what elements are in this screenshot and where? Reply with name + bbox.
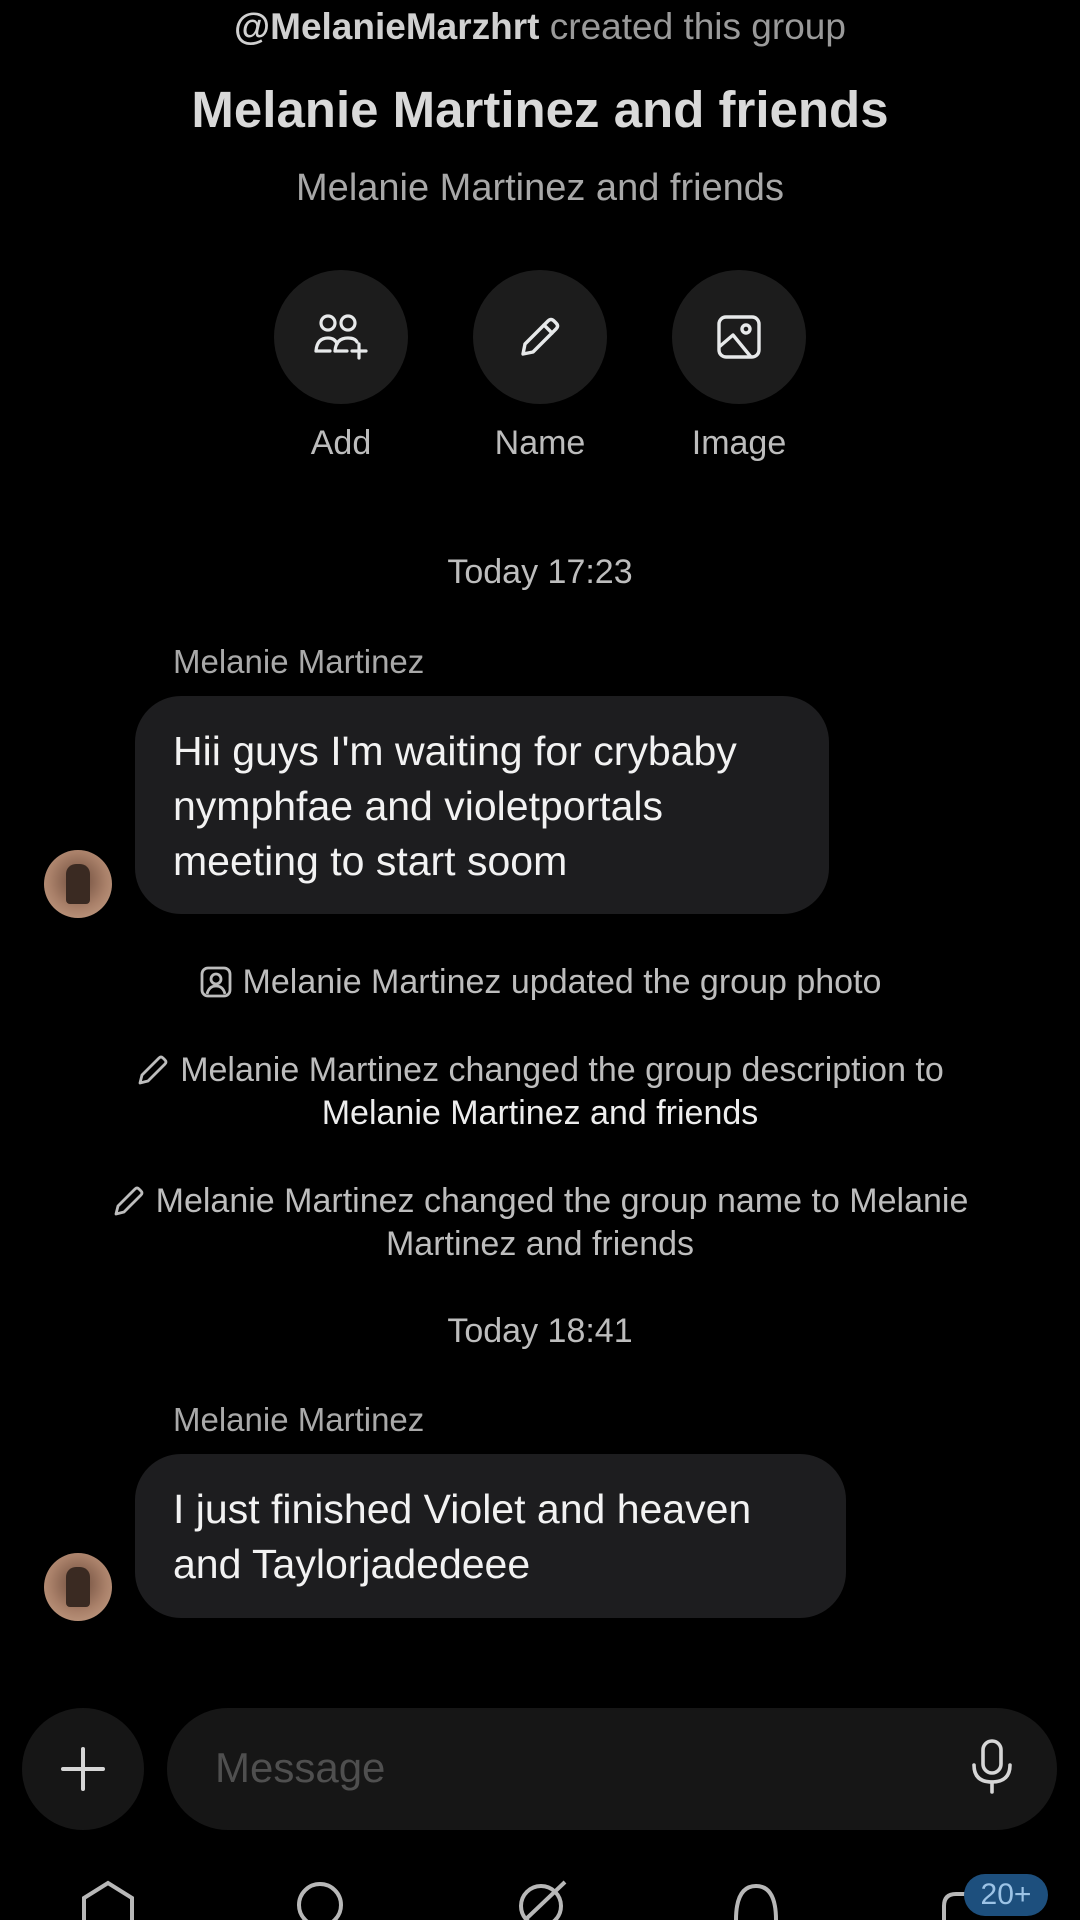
pencil-icon xyxy=(114,1186,144,1216)
home-icon[interactable] xyxy=(80,1880,136,1920)
system-event-name: Melanie Martinez changed the group name … xyxy=(0,1180,1080,1266)
pencil-icon xyxy=(138,1055,168,1085)
search-icon[interactable] xyxy=(295,1880,345,1920)
creator-suffix: created this group xyxy=(539,6,846,47)
system-event-value: Melanie Martinez and friends xyxy=(321,1094,759,1132)
grok-icon[interactable] xyxy=(515,1880,571,1920)
avatar-figure xyxy=(66,864,90,904)
image-icon xyxy=(672,270,806,404)
microphone-icon[interactable] xyxy=(969,1738,1015,1796)
group-created-notice: @MelanieMarzhrt created this group xyxy=(0,6,1080,48)
message-placeholder: Message xyxy=(215,1744,386,1791)
add-people-icon xyxy=(274,270,408,404)
name-label: Name xyxy=(494,424,586,462)
creator-handle[interactable]: @MelanieMarzhrt xyxy=(234,6,539,47)
system-event-photo: Melanie Martinez updated the group photo xyxy=(0,961,1080,1004)
message-bubble[interactable]: I just finished Violet and heaven and Ta… xyxy=(135,1454,846,1618)
system-event-text: Melanie Martinez changed the group descr… xyxy=(180,1051,944,1089)
group-description: Melanie Martinez and friends xyxy=(296,167,784,209)
notification-badge: 20+ xyxy=(964,1874,1048,1916)
avatar[interactable] xyxy=(44,850,112,918)
message-sender: Melanie Martinez xyxy=(173,643,425,680)
notifications-icon[interactable] xyxy=(731,1880,781,1920)
system-event-text: Melanie Martinez updated the group photo xyxy=(242,963,882,1001)
avatar-figure xyxy=(66,1567,90,1607)
message-line: and Taylorjadedeee xyxy=(173,1541,531,1587)
attach-button[interactable] xyxy=(22,1708,144,1830)
message-timestamp: Today 17:23 xyxy=(447,553,633,591)
add-member-button[interactable]: Add xyxy=(274,270,408,463)
plus-icon xyxy=(61,1747,105,1791)
message-line: nymphfae and violetportals xyxy=(173,783,664,829)
change-image-button[interactable]: Image xyxy=(672,270,806,463)
message-bubble[interactable]: Hii guys I'm waiting for crybaby nymphfa… xyxy=(135,696,829,914)
message-input[interactable]: Message xyxy=(167,1708,1057,1830)
avatar[interactable] xyxy=(44,1553,112,1621)
rename-button[interactable]: Name xyxy=(473,270,607,463)
message-line: meeting to start soom xyxy=(173,838,568,884)
group-name: Melanie Martinez and friends xyxy=(191,81,889,138)
message-timestamp: Today 18:41 xyxy=(447,1312,633,1350)
message-line: Hii guys I'm waiting for crybaby xyxy=(173,728,737,774)
system-event-text-continued: Martinez and friends xyxy=(385,1225,695,1263)
image-label: Image xyxy=(691,424,787,462)
system-event-description: Melanie Martinez changed the group descr… xyxy=(0,1049,1080,1135)
pencil-icon xyxy=(473,270,607,404)
portrait-icon xyxy=(200,966,231,998)
message-sender: Melanie Martinez xyxy=(173,1401,425,1438)
add-label: Add xyxy=(310,424,372,462)
system-event-text: Melanie Martinez changed the group name … xyxy=(155,1182,969,1220)
message-line: I just finished Violet and heaven xyxy=(173,1486,752,1532)
